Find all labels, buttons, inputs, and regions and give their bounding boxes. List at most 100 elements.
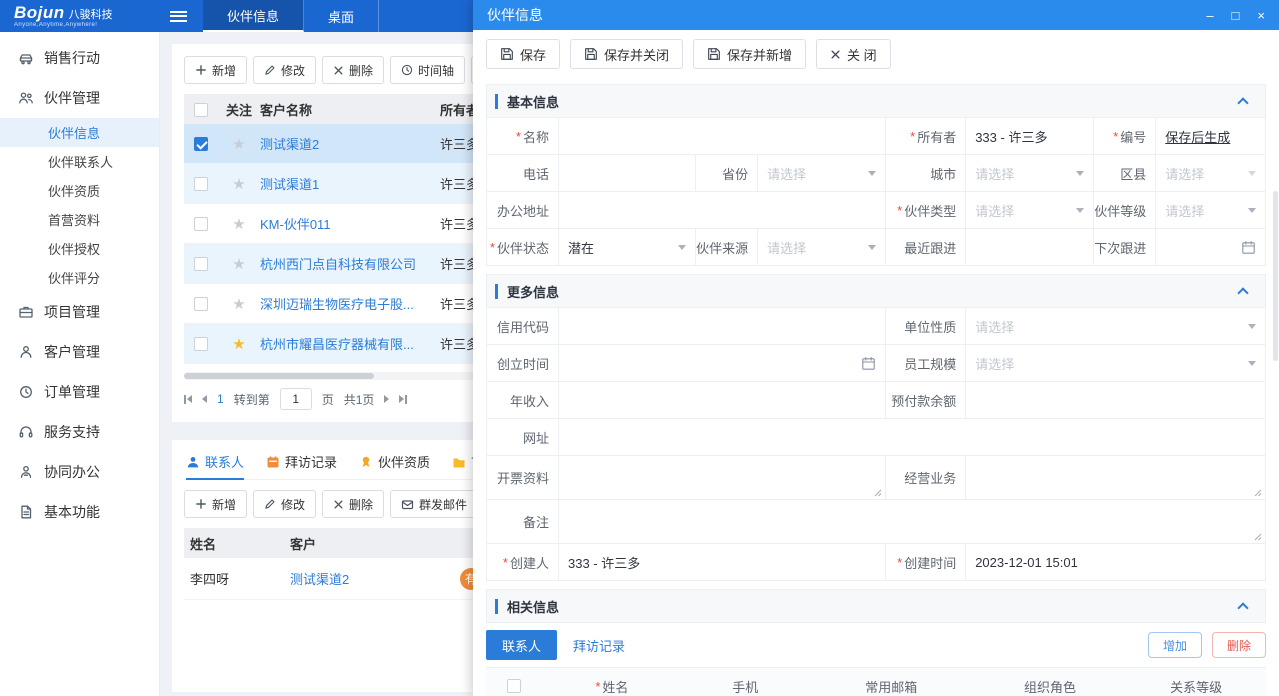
next-page-button[interactable] (384, 395, 389, 403)
row-checkbox[interactable] (194, 177, 208, 191)
staff-size-select[interactable]: 请选择 (966, 345, 1266, 382)
collapse-chevron-icon[interactable] (1237, 97, 1248, 108)
next-follow-date[interactable] (1156, 229, 1266, 266)
partner-name-link[interactable]: 深圳迈瑞生物医疗电子股... (260, 294, 440, 313)
collapse-chevron-icon[interactable] (1237, 602, 1248, 613)
save-and-new-button[interactable]: 保存并新增 (693, 39, 806, 69)
partner-name-link[interactable]: KM-伙伴011 (260, 214, 440, 233)
mass-mail-button[interactable]: 群发邮件 (390, 490, 478, 518)
star-icon[interactable] (218, 295, 260, 313)
tab-contacts[interactable]: 联系人 (186, 452, 244, 471)
phone-field[interactable] (559, 155, 696, 192)
website-field[interactable] (559, 419, 1266, 456)
related-remove-button[interactable]: 删除 (1212, 632, 1266, 658)
address-field[interactable] (559, 192, 886, 229)
sidebar-item-collaboration[interactable]: 协同办公 (0, 452, 159, 492)
first-page-button[interactable] (184, 395, 192, 404)
current-page-number[interactable]: 1 (217, 392, 224, 406)
tab-partner-qualification[interactable]: 伙伴资质 (359, 452, 430, 471)
partner-status-select[interactable]: 潜在 (559, 229, 696, 266)
website-input[interactable] (568, 419, 1256, 455)
star-icon[interactable] (218, 335, 260, 353)
related-add-button[interactable]: 增加 (1148, 632, 1202, 658)
sidebar-item-partner-score[interactable]: 伙伴评分 (0, 263, 159, 292)
resize-handle-icon[interactable] (1252, 487, 1262, 497)
sidebar-item-order-mgmt[interactable]: 订单管理 (0, 372, 159, 412)
remark-textarea[interactable] (559, 500, 1266, 544)
add-button[interactable]: 新增 (184, 56, 247, 84)
sidebar-item-basic-functions[interactable]: 基本功能 (0, 492, 159, 532)
delete-button[interactable]: 删除 (322, 490, 384, 518)
resize-handle-icon[interactable] (1252, 531, 1262, 541)
star-icon[interactable] (218, 215, 260, 233)
tab-partner-info[interactable]: 伙伴信息 (203, 0, 304, 32)
sidebar-item-project-mgmt[interactable]: 项目管理 (0, 292, 159, 332)
sidebar-item-first-sale-docs[interactable]: 首营资料 (0, 205, 159, 234)
menu-toggle-icon[interactable] (170, 11, 187, 22)
minimize-icon[interactable]: – (1206, 9, 1213, 22)
related-tab-contacts[interactable]: 联系人 (486, 630, 557, 660)
city-select[interactable]: 请选择 (966, 155, 1094, 192)
edit-button[interactable]: 修改 (253, 56, 316, 84)
timeline-button[interactable]: 时间轴 (390, 56, 465, 84)
horizontal-scrollbar-thumb[interactable] (184, 373, 374, 379)
star-icon[interactable] (218, 175, 260, 193)
partner-name-link[interactable]: 杭州市耀昌医疗器械有限... (260, 334, 440, 353)
sidebar-item-partner-qualification[interactable]: 伙伴资质 (0, 176, 159, 205)
founded-time-date[interactable] (559, 345, 886, 382)
delete-button[interactable]: 删除 (322, 56, 384, 84)
save-and-close-button[interactable]: 保存并关闭 (570, 39, 683, 69)
partner-type-select[interactable]: 请选择 (966, 192, 1094, 229)
row-checkbox[interactable] (194, 217, 208, 231)
prev-page-button[interactable] (202, 395, 207, 403)
customer-link[interactable]: 测试渠道2 (290, 569, 454, 588)
province-select[interactable]: 请选择 (758, 155, 886, 192)
select-all-checkbox[interactable] (194, 103, 208, 117)
credit-code-field[interactable] (559, 308, 886, 345)
close-icon[interactable]: × (1257, 9, 1265, 22)
sidebar-item-partner-mgmt[interactable]: 伙伴管理 (0, 78, 159, 118)
partner-level-select[interactable]: 请选择 (1156, 192, 1266, 229)
partner-name-link[interactable]: 测试渠道1 (260, 174, 440, 193)
tab-visit-records[interactable]: 拜访记录 (266, 452, 337, 471)
star-icon[interactable] (218, 255, 260, 273)
edit-button[interactable]: 修改 (253, 490, 316, 518)
annual-income-field[interactable] (559, 382, 886, 419)
tab-desktop[interactable]: 桌面 (304, 0, 379, 32)
credit-code-input[interactable] (568, 308, 876, 344)
row-checkbox[interactable] (194, 297, 208, 311)
sidebar-item-partner-authorization[interactable]: 伙伴授权 (0, 234, 159, 263)
sidebar-item-customer-mgmt[interactable]: 客户管理 (0, 332, 159, 372)
last-page-button[interactable] (399, 395, 407, 404)
name-input[interactable] (568, 118, 876, 154)
partner-name-link[interactable]: 杭州西门点自科技有限公司 (260, 254, 440, 273)
add-button[interactable]: 新增 (184, 490, 247, 518)
resize-handle-icon[interactable] (872, 487, 882, 497)
phone-input[interactable] (568, 155, 686, 191)
unit-nature-select[interactable]: 请选择 (966, 308, 1266, 345)
save-button[interactable]: 保存 (486, 39, 560, 69)
business-scope-textarea[interactable] (966, 456, 1266, 500)
invoice-info-textarea[interactable] (559, 456, 886, 500)
select-all-checkbox[interactable] (507, 679, 521, 693)
close-button[interactable]: 关 闭 (816, 39, 891, 69)
related-tab-visit-records[interactable]: 拜访记录 (557, 630, 641, 660)
partner-source-select[interactable]: 请选择 (758, 229, 886, 266)
maximize-icon[interactable]: □ (1232, 9, 1240, 22)
sidebar-item-sales-action[interactable]: 销售行动 (0, 38, 159, 78)
star-icon[interactable] (218, 135, 260, 153)
row-checkbox[interactable] (194, 137, 208, 151)
address-input[interactable] (568, 192, 876, 228)
row-checkbox[interactable] (194, 337, 208, 351)
partner-name-link[interactable]: 测试渠道2 (260, 134, 440, 153)
sidebar-item-partner-info[interactable]: 伙伴信息 (0, 118, 159, 147)
page-number-input[interactable] (280, 388, 312, 410)
collapse-chevron-icon[interactable] (1237, 287, 1248, 298)
vertical-scrollbar-thumb[interactable] (1273, 191, 1278, 361)
name-field[interactable] (559, 118, 886, 155)
sidebar-item-service-support[interactable]: 服务支持 (0, 412, 159, 452)
sidebar-item-partner-contacts[interactable]: 伙伴联系人 (0, 147, 159, 176)
annual-income-input[interactable] (568, 382, 876, 418)
owner-field[interactable]: 333 - 许三多 (966, 118, 1094, 155)
row-checkbox[interactable] (194, 257, 208, 271)
